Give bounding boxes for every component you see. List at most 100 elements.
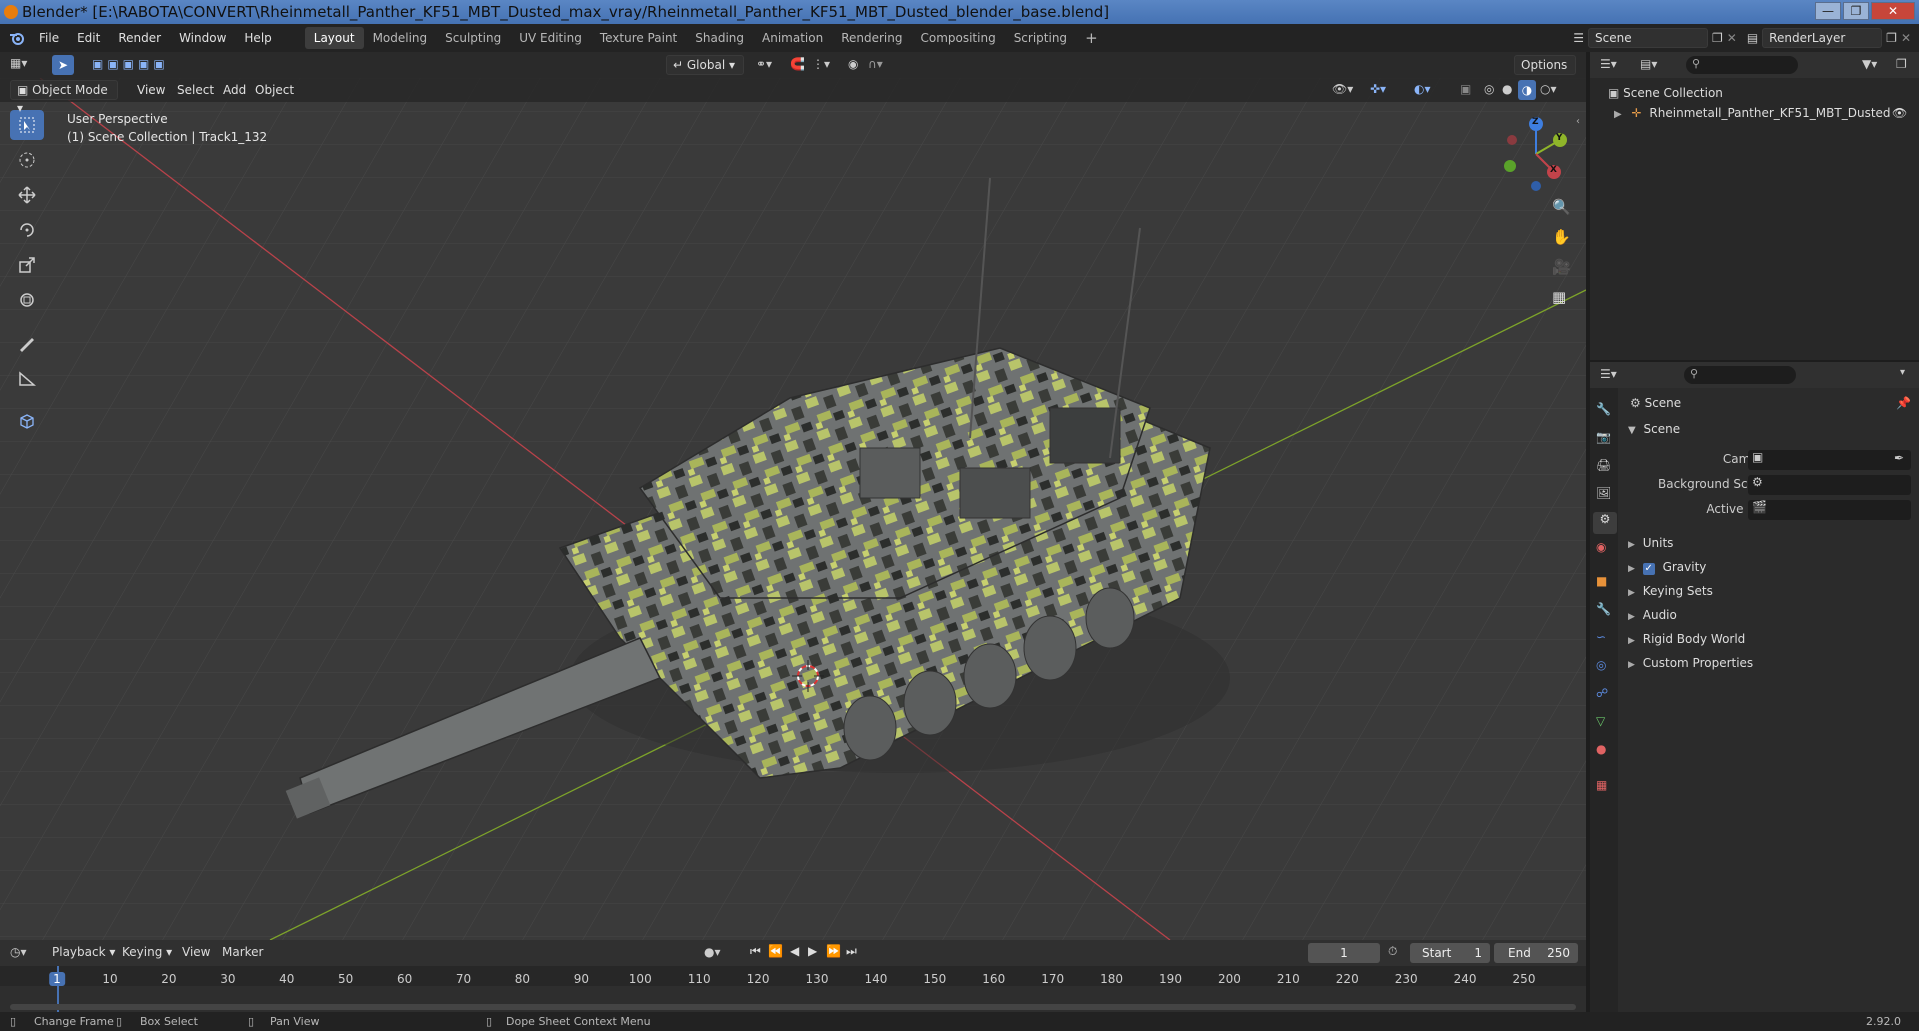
options-dropdown[interactable]: Options ▾ (1514, 55, 1576, 90)
tab-world-icon[interactable]: ◉ (1596, 540, 1606, 554)
timeline-menu-marker[interactable]: Marker (222, 945, 263, 959)
tab-compositing[interactable]: Compositing (911, 27, 1004, 49)
timeline-editor-type-icon[interactable]: ◷▾ (10, 945, 27, 959)
new-render-layer-icon[interactable]: ❐ (1886, 31, 1897, 45)
display-mode-icon[interactable]: ▤▾ (1640, 57, 1657, 71)
new-collection-icon[interactable]: ❐ (1896, 57, 1907, 71)
outliner-search-input[interactable] (1686, 56, 1798, 74)
overlay-toggle-icon[interactable]: ◐▾ (1414, 82, 1431, 96)
3d-viewport[interactable]: User Perspective (1) Scene Collection | … (0, 78, 1586, 940)
play-icon[interactable]: ▶ (808, 944, 817, 958)
delete-render-layer-icon[interactable]: ✕ (1901, 31, 1911, 45)
tab-tool-icon[interactable]: 🔧 (1596, 402, 1611, 416)
properties-editor-type-icon[interactable]: ☰▾ (1600, 367, 1617, 381)
tab-animation[interactable]: Animation (753, 27, 832, 49)
camera-field[interactable]: ▣ ✒ (1748, 450, 1911, 470)
section-rigid-body-world[interactable]: ▶ Rigid Body World (1628, 632, 1745, 646)
tab-render-icon[interactable]: 📷 (1596, 430, 1611, 444)
end-frame-field[interactable]: End 250 (1494, 943, 1578, 963)
material-shading-icon[interactable]: ◑ (1518, 80, 1536, 100)
selection-mode-icons[interactable]: ▣▣▣▣▣ (92, 57, 169, 71)
tab-layout[interactable]: Layout (304, 27, 364, 49)
pivot-icon[interactable]: ⚭▾ (756, 57, 772, 71)
sidebar-toggle-icon[interactable]: ‹ (1576, 116, 1580, 127)
section-custom-properties[interactable]: ▶ Custom Properties (1628, 656, 1753, 670)
transform-tool-icon[interactable] (10, 285, 44, 315)
tab-particles-icon[interactable]: ∽ (1596, 630, 1606, 644)
next-keyframe-icon[interactable]: ⏩ (826, 944, 841, 958)
auto-keying-icon[interactable]: ●▾ (704, 945, 721, 959)
editor-type-icon[interactable]: ▦▾ (10, 56, 27, 70)
annotate-tool-icon[interactable] (10, 328, 44, 358)
move-tool-icon[interactable] (10, 180, 44, 210)
close-window-button[interactable]: ✕ (1871, 2, 1915, 20)
prev-keyframe-icon[interactable]: ⏪ (768, 944, 783, 958)
scene-panel-header[interactable]: ▼ Scene (1628, 422, 1680, 436)
tab-output-icon[interactable]: 🖨 (1596, 458, 1611, 472)
wireframe-shading-icon[interactable]: ◎ (1484, 82, 1494, 96)
section-keying-sets[interactable]: ▶ Keying Sets (1628, 584, 1713, 598)
timeline-menu-playback[interactable]: Playback ▾ (52, 945, 115, 959)
falloff-icon[interactable]: ∩▾ (868, 57, 883, 71)
blender-menu-icon[interactable] (4, 28, 30, 48)
timeline-scrollbar[interactable] (10, 1004, 1576, 1010)
eyedropper-icon[interactable]: ✒ (1894, 451, 1904, 465)
visibility-icon[interactable]: 👁▾ (1332, 82, 1353, 96)
tab-scene-icon[interactable]: ⚙ (1593, 512, 1617, 534)
current-frame-field[interactable]: 1 (1308, 943, 1380, 963)
object-mode-dropdown[interactable]: ▣ Object Mode ▾ (10, 80, 118, 115)
jump-end-icon[interactable]: ⏭ (846, 944, 857, 959)
visibility-eye-icon[interactable]: 👁 (1892, 106, 1907, 120)
select-box-tool-icon[interactable] (10, 110, 44, 140)
ortho-grid-icon[interactable]: ▦ (1552, 288, 1566, 306)
viewport-menu-object[interactable]: Object (246, 78, 303, 102)
maximize-button[interactable]: ❐ (1843, 2, 1869, 20)
start-frame-field[interactable]: Start 1 (1410, 943, 1490, 963)
minimize-button[interactable]: — (1815, 2, 1841, 20)
expand-arrow-icon[interactable]: ▶ (1614, 109, 1622, 120)
tab-texture-paint[interactable]: Texture Paint (591, 27, 686, 49)
snap-icon[interactable]: 🧲 (790, 57, 805, 71)
tab-constraints-icon[interactable]: ☍ (1596, 686, 1608, 700)
menu-edit[interactable]: Edit (68, 24, 109, 52)
section-units[interactable]: ▶ Units (1628, 536, 1673, 550)
tab-physics-icon[interactable]: ◎ (1596, 658, 1606, 672)
outliner-item[interactable]: ▶ ✛ Rheinmetall_Panther_KF51_MBT_Dusted … (1614, 106, 1914, 120)
gravity-checkbox[interactable]: ✓ (1642, 563, 1655, 575)
jump-start-icon[interactable]: ⏮ (750, 944, 761, 959)
zoom-icon[interactable]: 🔍 (1552, 198, 1571, 216)
tab-data-icon[interactable]: ▽ (1596, 714, 1605, 728)
pin-icon[interactable]: 📌 (1896, 396, 1911, 410)
play-reverse-icon[interactable]: ◀ (790, 944, 799, 958)
proportional-edit-icon[interactable]: ◉ (848, 57, 858, 71)
tab-rendering[interactable]: Rendering (832, 27, 911, 49)
timeline-menu-keying[interactable]: Keying ▾ (122, 945, 172, 959)
select-tool-icon[interactable]: ➤ (52, 55, 74, 75)
add-workspace-button[interactable]: + (1076, 27, 1107, 49)
background-scene-field[interactable]: ⚙ (1748, 475, 1911, 495)
tab-modeling[interactable]: Modeling (364, 27, 437, 49)
transform-orientation-dropdown[interactable]: ↵ Global ▾ (666, 55, 744, 75)
tab-object-icon[interactable]: ■ (1596, 574, 1607, 588)
tab-material-icon[interactable]: ● (1596, 742, 1606, 756)
pan-hand-icon[interactable]: ✋ (1552, 228, 1571, 246)
scale-tool-icon[interactable] (10, 250, 44, 280)
tab-sculpting[interactable]: Sculpting (436, 27, 510, 49)
tab-view-layer-icon[interactable]: 🖼 (1596, 486, 1611, 500)
snap-target-icon[interactable]: ⋮▾ (812, 57, 830, 71)
scene-selector[interactable]: Scene (1588, 28, 1708, 48)
solid-shading-icon[interactable]: ● (1502, 82, 1512, 96)
tab-modifiers-icon[interactable]: 🔧 (1596, 602, 1611, 616)
delete-scene-icon[interactable]: ✕ (1727, 31, 1737, 45)
properties-options-icon[interactable]: ▾ (1900, 367, 1905, 378)
scene-browse-icon[interactable]: ☰ (1573, 31, 1584, 45)
outliner-editor-type-icon[interactable]: ☰▾ (1600, 57, 1617, 71)
section-audio[interactable]: ▶ Audio (1628, 608, 1677, 622)
timeline-menu-view[interactable]: View (182, 945, 210, 959)
menu-window[interactable]: Window (170, 24, 235, 52)
menu-file[interactable]: File (30, 24, 68, 52)
rotate-tool-icon[interactable] (10, 215, 44, 245)
properties-search-input[interactable] (1684, 366, 1796, 384)
stopwatch-icon[interactable]: ⏱ (1388, 944, 1397, 959)
tab-texture-icon[interactable]: ▦ (1596, 778, 1607, 792)
